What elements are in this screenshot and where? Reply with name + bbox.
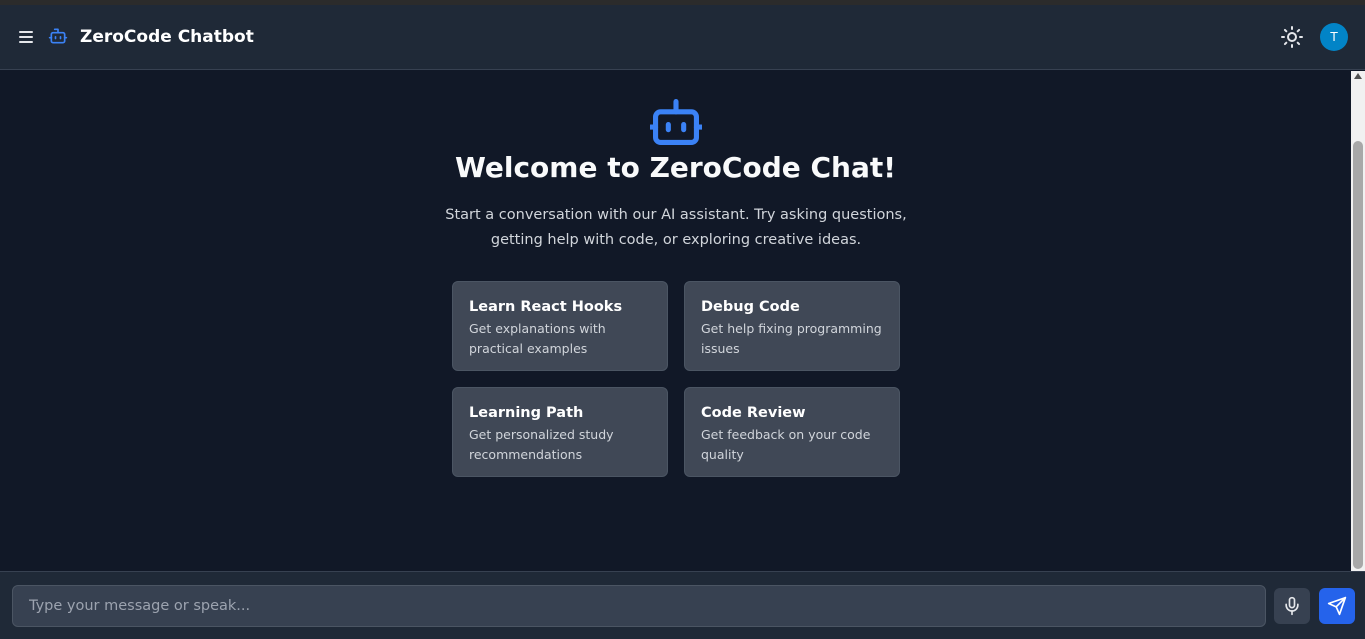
scrollbar-thumb[interactable] [1353, 141, 1363, 569]
suggestion-title: Debug Code [701, 299, 800, 315]
app-title: ZeroCode Chatbot [80, 27, 254, 47]
suggestion-card-code-review[interactable]: Code Review Get feedback on your code qu… [684, 387, 900, 477]
theme-toggle-button[interactable] [1280, 25, 1304, 49]
sun-icon [1281, 26, 1303, 48]
vertical-scrollbar[interactable] [1351, 71, 1365, 571]
welcome-heading: Welcome to ZeroCode Chat! [454, 151, 897, 184]
microphone-icon [1285, 596, 1299, 616]
menu-icon-bar [19, 36, 33, 38]
suggestion-title: Learn React Hooks [469, 299, 623, 315]
suggestion-card-debug-code[interactable]: Debug Code Get help fixing programming i… [684, 281, 900, 371]
app-header: ZeroCode Chatbot T [0, 5, 1365, 70]
send-icon [1327, 596, 1347, 616]
suggestion-description: Get help fixing programming issues [701, 321, 882, 356]
suggestion-card-react-hooks[interactable]: Learn React Hooks Get explanations with … [452, 281, 668, 371]
message-input[interactable] [12, 585, 1266, 627]
menu-icon-bar [19, 31, 33, 33]
user-avatar[interactable]: T [1320, 23, 1348, 51]
welcome-intro: Start a conversation with our AI assista… [445, 207, 907, 248]
chat-area: Welcome to ZeroCode Chat! Start a conver… [0, 71, 1351, 571]
suggestion-title: Code Review [701, 405, 806, 421]
message-composer [0, 571, 1365, 639]
suggestion-description: Get personalized study recommendations [469, 427, 614, 462]
send-button[interactable] [1319, 588, 1355, 624]
bot-icon [650, 99, 702, 145]
voice-input-button[interactable] [1274, 588, 1310, 624]
suggestion-title: Learning Path [469, 405, 584, 421]
suggestion-description: Get explanations with practical examples [469, 321, 606, 356]
bot-icon [48, 28, 68, 44]
suggestion-description: Get feedback on your code quality [701, 427, 871, 462]
menu-icon-bar [19, 41, 33, 43]
menu-button[interactable] [14, 25, 38, 49]
scroll-up-arrow-icon[interactable] [1354, 73, 1362, 79]
suggestion-card-learning-path[interactable]: Learning Path Get personalized study rec… [452, 387, 668, 477]
